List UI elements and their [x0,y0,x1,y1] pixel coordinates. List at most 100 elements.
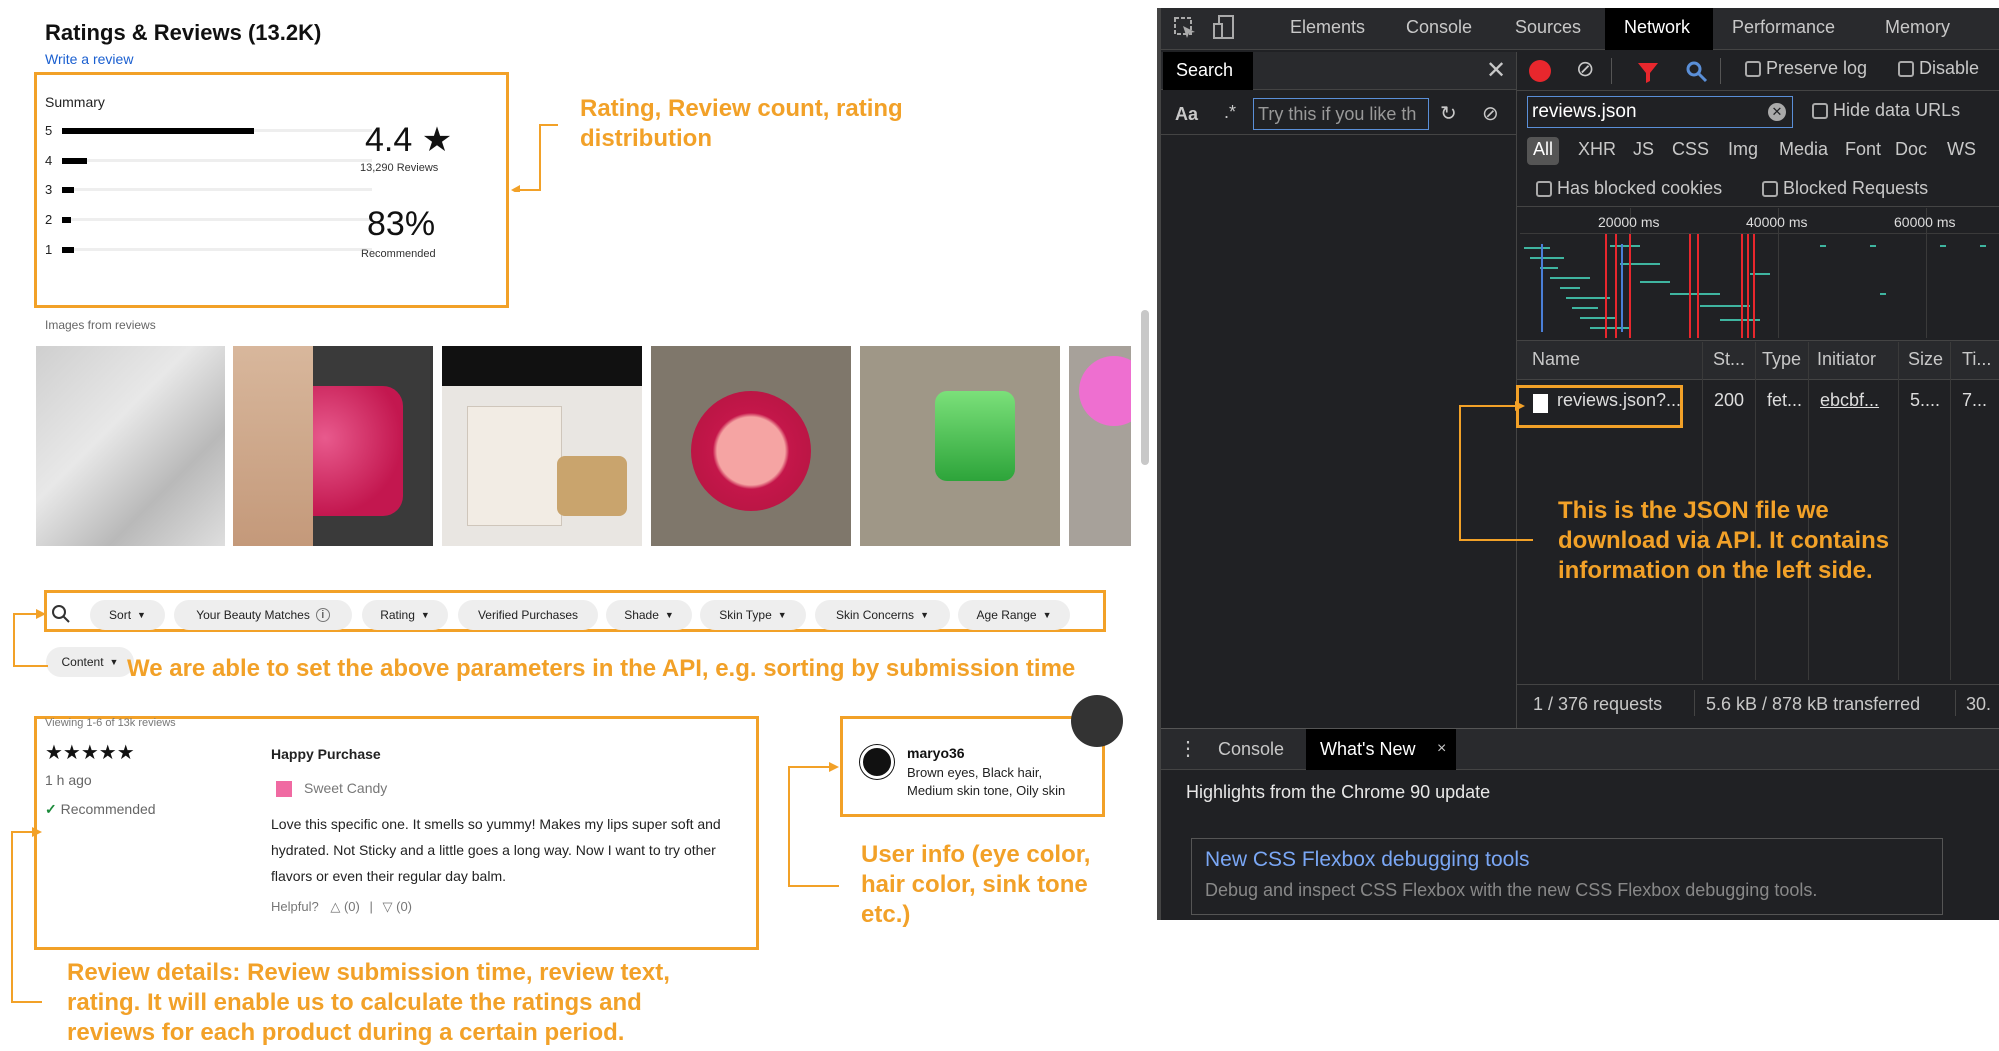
rating-bar-fill [62,128,255,134]
tab-sources[interactable]: Sources [1515,17,1581,38]
col-time[interactable]: Ti... [1962,349,1991,370]
type-js[interactable]: JS [1633,139,1654,160]
avatar [860,745,894,779]
review-image-2[interactable] [233,346,433,546]
chevron-down-icon: ▼ [920,610,929,620]
page-scrollbar[interactable] [1141,310,1149,465]
card-description: Debug and inspect CSS Flexbox with the n… [1205,880,1818,900]
write-review-link[interactable]: Write a review [45,51,133,67]
thumbs-up-icon[interactable]: △ [330,899,340,914]
tab-console[interactable]: Console [1406,17,1472,38]
blocked-requests-checkbox[interactable]: Blocked Requests [1762,178,1928,199]
helpful-row: Helpful? △ (0) | ▽ (0) [271,899,412,914]
col-status[interactable]: St... [1713,349,1745,370]
timeline-waterfall [1524,234,1986,338]
annotation-rating-arrow [510,122,560,197]
type-ws[interactable]: WS [1947,139,1976,160]
tab-network[interactable]: Network [1624,17,1690,38]
clear-filter-icon[interactable]: ✕ [1768,103,1786,121]
rating-row-3[interactable]: 3 [45,182,372,197]
annotation-params: We are able to set the above parameters … [127,655,1076,682]
search-network-icon[interactable] [1685,60,1709,89]
tab-performance[interactable]: Performance [1732,17,1835,38]
blocked-cookies-checkbox[interactable]: Has blocked cookies [1536,178,1722,199]
network-filter-input[interactable]: reviews.json ✕ [1527,96,1793,128]
type-img[interactable]: Img [1728,139,1758,160]
annotation-json: This is the JSON file we download via AP… [1558,497,1890,584]
search-icon[interactable] [50,603,76,629]
review-image-6[interactable] [1069,346,1131,546]
filter-skin-type[interactable]: Skin Type ▼ [700,600,806,630]
chevron-down-icon: ▼ [777,610,787,620]
col-size[interactable]: Size [1908,349,1943,370]
refresh-icon[interactable]: ↻ [1440,101,1457,126]
block-icon[interactable]: ⊘ [1576,56,1594,82]
clear-icon[interactable]: ⊘ [1482,101,1499,126]
rating-row-1[interactable]: 1 [45,242,372,257]
type-font[interactable]: Font [1845,139,1881,160]
review-image-5[interactable] [860,346,1060,546]
search-pane-toolbar-line [1161,134,1516,135]
close-search-icon[interactable]: ✕ [1486,56,1506,85]
review-image-4[interactable] [651,346,851,546]
row-initiator[interactable]: ebcbf... [1820,390,1879,411]
devtools-search-input[interactable]: Try this if you like th [1253,98,1429,130]
page-title: Ratings & Reviews (13.2K) [45,20,322,45]
hide-data-urls-checkbox[interactable]: Hide data URLs [1812,100,1960,121]
drawer-tab-console[interactable]: Console [1218,739,1284,760]
rating-row-4[interactable]: 4 [45,153,372,168]
annotation-review: Review details: Review submission time, … [67,959,670,1046]
review-count: 13,290 Reviews [360,162,439,174]
filter-icon[interactable] [1636,60,1660,89]
row-name[interactable]: reviews.json?... [1557,390,1681,411]
col-name[interactable]: Name [1532,349,1580,370]
type-xhr[interactable]: XHR [1578,139,1616,160]
type-css[interactable]: CSS [1672,139,1709,160]
row-size: 5.... [1910,390,1941,410]
recommend-label: Recommended [361,248,436,260]
filter-skin-concerns[interactable]: Skin Concerns ▼ [815,600,950,630]
filter-sort[interactable]: Sort ▼ [90,600,165,630]
filter-shade[interactable]: Shade ▼ [606,600,692,630]
arrow-icon [13,609,48,667]
inspect-icon[interactable] [1173,16,1197,45]
card-title-link[interactable]: New CSS Flexbox debugging tools [1205,848,1530,872]
type-all[interactable]: All [1533,139,1553,160]
rating-row-5[interactable]: 5 [45,123,372,138]
row-status: 200 [1714,390,1745,410]
rating-row-2[interactable]: 2 [45,212,372,227]
recommended-badge: ✓ Recommended [45,801,156,817]
status-time: 30. [1966,694,1992,714]
filter-rating[interactable]: Rating ▼ [362,600,448,630]
scroll-top-button[interactable] [1071,695,1123,747]
status-requests: 1 / 376 requests [1533,694,1663,714]
close-tab-icon[interactable]: × [1437,740,1446,758]
record-button[interactable] [1529,60,1551,82]
divider [1720,58,1721,84]
regex-toggle[interactable]: .* [1224,102,1236,123]
drawer-tab-whats-new[interactable]: What's New [1320,739,1415,760]
device-toggle-icon[interactable] [1213,14,1237,45]
col-type[interactable]: Type [1762,349,1801,370]
tab-memory[interactable]: Memory [1885,17,1950,38]
filter-age-range[interactable]: Age Range ▼ [958,600,1070,630]
arrow-icon [11,827,42,1003]
match-case-toggle[interactable]: Aa [1175,104,1198,125]
disable-cache-checkbox[interactable]: Disable [1898,58,1979,79]
filter-content[interactable]: Content ▼ [46,647,134,677]
filter-beauty-matches[interactable]: Your Beauty Matches i [174,600,352,630]
thumbs-down-icon[interactable]: ▽ [382,899,392,914]
review-image-1[interactable] [36,346,225,546]
drawer-tabbar [1161,728,1999,770]
row-type: fet... [1767,390,1803,410]
drawer-menu-icon[interactable]: ⋮ [1178,736,1198,761]
timeline-tick-20000: 20000 ms [1598,214,1660,230]
filter-verified-purchases[interactable]: Verified Purchases [458,600,598,630]
review-image-3[interactable] [442,346,642,546]
row-time: 7... [1962,390,1988,410]
preserve-log-checkbox[interactable]: Preserve log [1745,58,1867,79]
tab-elements[interactable]: Elements [1290,17,1365,38]
col-initiator[interactable]: Initiator [1817,349,1876,370]
type-doc[interactable]: Doc [1895,139,1927,160]
type-media[interactable]: Media [1779,139,1828,160]
